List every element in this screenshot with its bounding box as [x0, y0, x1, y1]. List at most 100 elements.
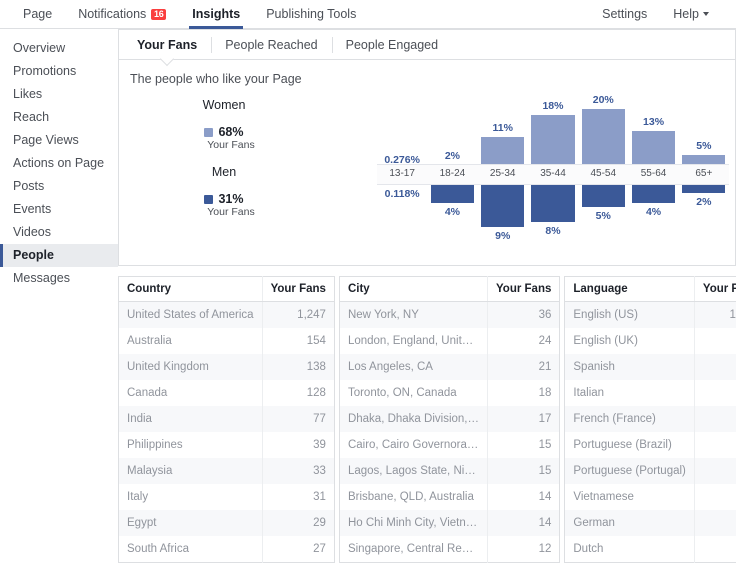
topnav-item-page[interactable]: Page	[10, 0, 65, 28]
table-row[interactable]: Italian 27	[564, 380, 736, 406]
chart-column[interactable]: 11% 9% 25-34	[478, 90, 528, 265]
topnav-item-settings[interactable]: Settings	[589, 0, 660, 28]
tab-people-engaged[interactable]: People Engaged	[331, 31, 452, 59]
table-row[interactable]: London, England, Unit… 24	[339, 328, 560, 354]
table-row[interactable]: English (US) 1,912	[564, 301, 736, 328]
sidebar-item-page-views[interactable]: Page Views	[0, 129, 118, 152]
table-row[interactable]: United Kingdom 138	[118, 354, 335, 380]
table-row[interactable]: Spanish 29	[564, 354, 736, 380]
top-navigation-bar: Page Notifications 16 Insights Publishing To…	[0, 0, 736, 29]
sidebar-item-posts[interactable]: Posts	[0, 175, 118, 198]
column-header[interactable]: Your Fans	[486, 276, 560, 302]
sidebar-item-actions-on-page[interactable]: Actions on Page	[0, 152, 118, 175]
chart-column[interactable]: 20% 5% 45-54	[578, 90, 628, 265]
top-nav-left-group: Page Notifications 16 Insights Publishing To…	[10, 0, 369, 29]
demographics-tables: Country Your Fans United States of America…	[118, 276, 736, 563]
cell-name: Spanish	[573, 361, 615, 373]
sidebar-item-events[interactable]: Events	[0, 198, 118, 221]
cell-fans-count: 20	[693, 432, 736, 458]
cell-fans-count: 12	[486, 536, 560, 563]
language-table: LanguageYour FansEnglish (US)1,912Englis…	[564, 276, 736, 563]
table-row[interactable]: South Africa 27	[118, 536, 335, 563]
table-row[interactable]: Philippines 39	[118, 432, 335, 458]
table-row[interactable]: United States of America 1,247	[118, 301, 335, 328]
sidebar-item-likes[interactable]: Likes	[0, 83, 118, 106]
cell-name: Portuguese (Brazil)	[573, 439, 672, 451]
bar-label-women: 18%	[542, 100, 564, 112]
table-row[interactable]: Dutch 10	[564, 536, 736, 563]
cell-name: Dhaka, Dhaka Division,…	[347, 413, 479, 425]
column-header[interactable]: City	[339, 276, 488, 302]
chart-column[interactable]: 2% 4% 18-24	[427, 90, 477, 265]
table-row[interactable]: Lagos, Lagos State, Ni… 15	[339, 458, 560, 484]
table-row[interactable]: Portuguese (Brazil) 20	[564, 432, 736, 458]
sidebar-item-overview[interactable]: Overview	[0, 37, 118, 60]
chart-plot-area: 0.276% 0.118% 13-17 2% 4% 18-24 11% 9% 25-34 18% 8…	[377, 90, 729, 265]
topnav-item-insights[interactable]: Insights	[179, 0, 253, 29]
axis-tick-label: 25-34	[489, 168, 516, 179]
bar-women[interactable]	[531, 115, 575, 171]
table-row[interactable]: Portuguese (Portugal) 18	[564, 458, 736, 484]
column-header[interactable]: Your Fans	[693, 276, 736, 302]
table-row[interactable]: Vietnamese 16	[564, 484, 736, 510]
table-row[interactable]: New York, NY 36	[339, 301, 560, 328]
table-row[interactable]: Toronto, ON, Canada 18	[339, 380, 560, 406]
topnav-item-notifications[interactable]: Notifications 16	[65, 0, 179, 28]
tab-your-fans[interactable]: Your Fans	[123, 31, 211, 59]
table-row[interactable]: Cairo, Cairo Governora… 15	[339, 432, 560, 458]
table-row[interactable]: German 14	[564, 510, 736, 536]
cell-fans-count: 77	[261, 406, 335, 432]
table-header-row: City Your Fans	[339, 276, 560, 302]
table-row[interactable]: Singapore, Central Re… 12	[339, 536, 560, 563]
table-row[interactable]: Italy 31	[118, 484, 335, 510]
legend-title-men: Men	[211, 165, 237, 179]
cell-name: French (France)	[573, 413, 656, 425]
cell-fans-count: 16	[693, 484, 736, 510]
table-row[interactable]: Malaysia 33	[118, 458, 335, 484]
sidebar-item-promotions[interactable]: Promotions	[0, 60, 118, 83]
bar-men[interactable]	[581, 183, 625, 207]
chart-column[interactable]: 5% 2% 65+	[679, 90, 729, 265]
chart-column[interactable]: 0.276% 0.118% 13-17	[377, 90, 427, 265]
table-row[interactable]: Australia 154	[118, 328, 335, 354]
table-row[interactable]: English (UK) 341	[564, 328, 736, 354]
chevron-down-icon	[703, 12, 709, 16]
column-header[interactable]: Country	[118, 276, 263, 302]
table-row[interactable]: Los Angeles, CA 21	[339, 354, 560, 380]
table-row[interactable]: Brisbane, QLD, Australia 14	[339, 484, 560, 510]
bar-men[interactable]	[430, 183, 475, 203]
cell-name: Australia	[127, 335, 172, 347]
topnav-item-publishing-tools[interactable]: Publishing Tools	[253, 0, 369, 28]
table-row[interactable]: French (France) 26	[564, 406, 736, 432]
chart-column[interactable]: 13% 4% 55-64	[628, 90, 678, 265]
table-row[interactable]: India 77	[118, 406, 335, 432]
cell-name: Vietnamese	[573, 491, 634, 503]
bar-label-men: 4%	[444, 206, 461, 218]
cell-name: Malaysia	[127, 465, 173, 477]
cell-name: Lagos, Lagos State, Ni…	[347, 465, 476, 477]
bar-men[interactable]	[481, 183, 525, 227]
topnav-item-label: Help	[673, 7, 699, 21]
chart-column[interactable]: 18% 8% 35-44	[528, 90, 578, 265]
sidebar-item-messages[interactable]: Messages	[0, 267, 118, 290]
table-row[interactable]: Canada 128	[118, 380, 335, 406]
bar-women[interactable]	[581, 109, 625, 171]
column-header[interactable]: Language	[564, 276, 695, 302]
tab-people-reached[interactable]: People Reached	[211, 31, 331, 59]
bar-men[interactable]	[531, 183, 575, 222]
sidebar-item-reach[interactable]: Reach	[0, 106, 118, 129]
table-row[interactable]: Dhaka, Dhaka Division,… 17	[339, 406, 560, 432]
topnav-item-help[interactable]: Help	[660, 0, 722, 28]
men-legend-sublabel: Your Fans	[207, 206, 255, 218]
cell-name: South Africa	[127, 543, 190, 555]
bar-label-women: 11%	[492, 122, 513, 134]
sidebar-item-people[interactable]: People	[0, 244, 118, 267]
sidebar-item-videos[interactable]: Videos	[0, 221, 118, 244]
table-row[interactable]: Ho Chi Minh City, Vietn… 14	[339, 510, 560, 536]
bar-men[interactable]	[631, 183, 676, 203]
column-header[interactable]: Your Fans	[261, 276, 335, 302]
axis-tick-label: 65+	[695, 168, 713, 179]
cell-fans-count: 1,247	[261, 301, 335, 328]
cell-name: English (US)	[573, 309, 638, 321]
table-row[interactable]: Egypt 29	[118, 510, 335, 536]
